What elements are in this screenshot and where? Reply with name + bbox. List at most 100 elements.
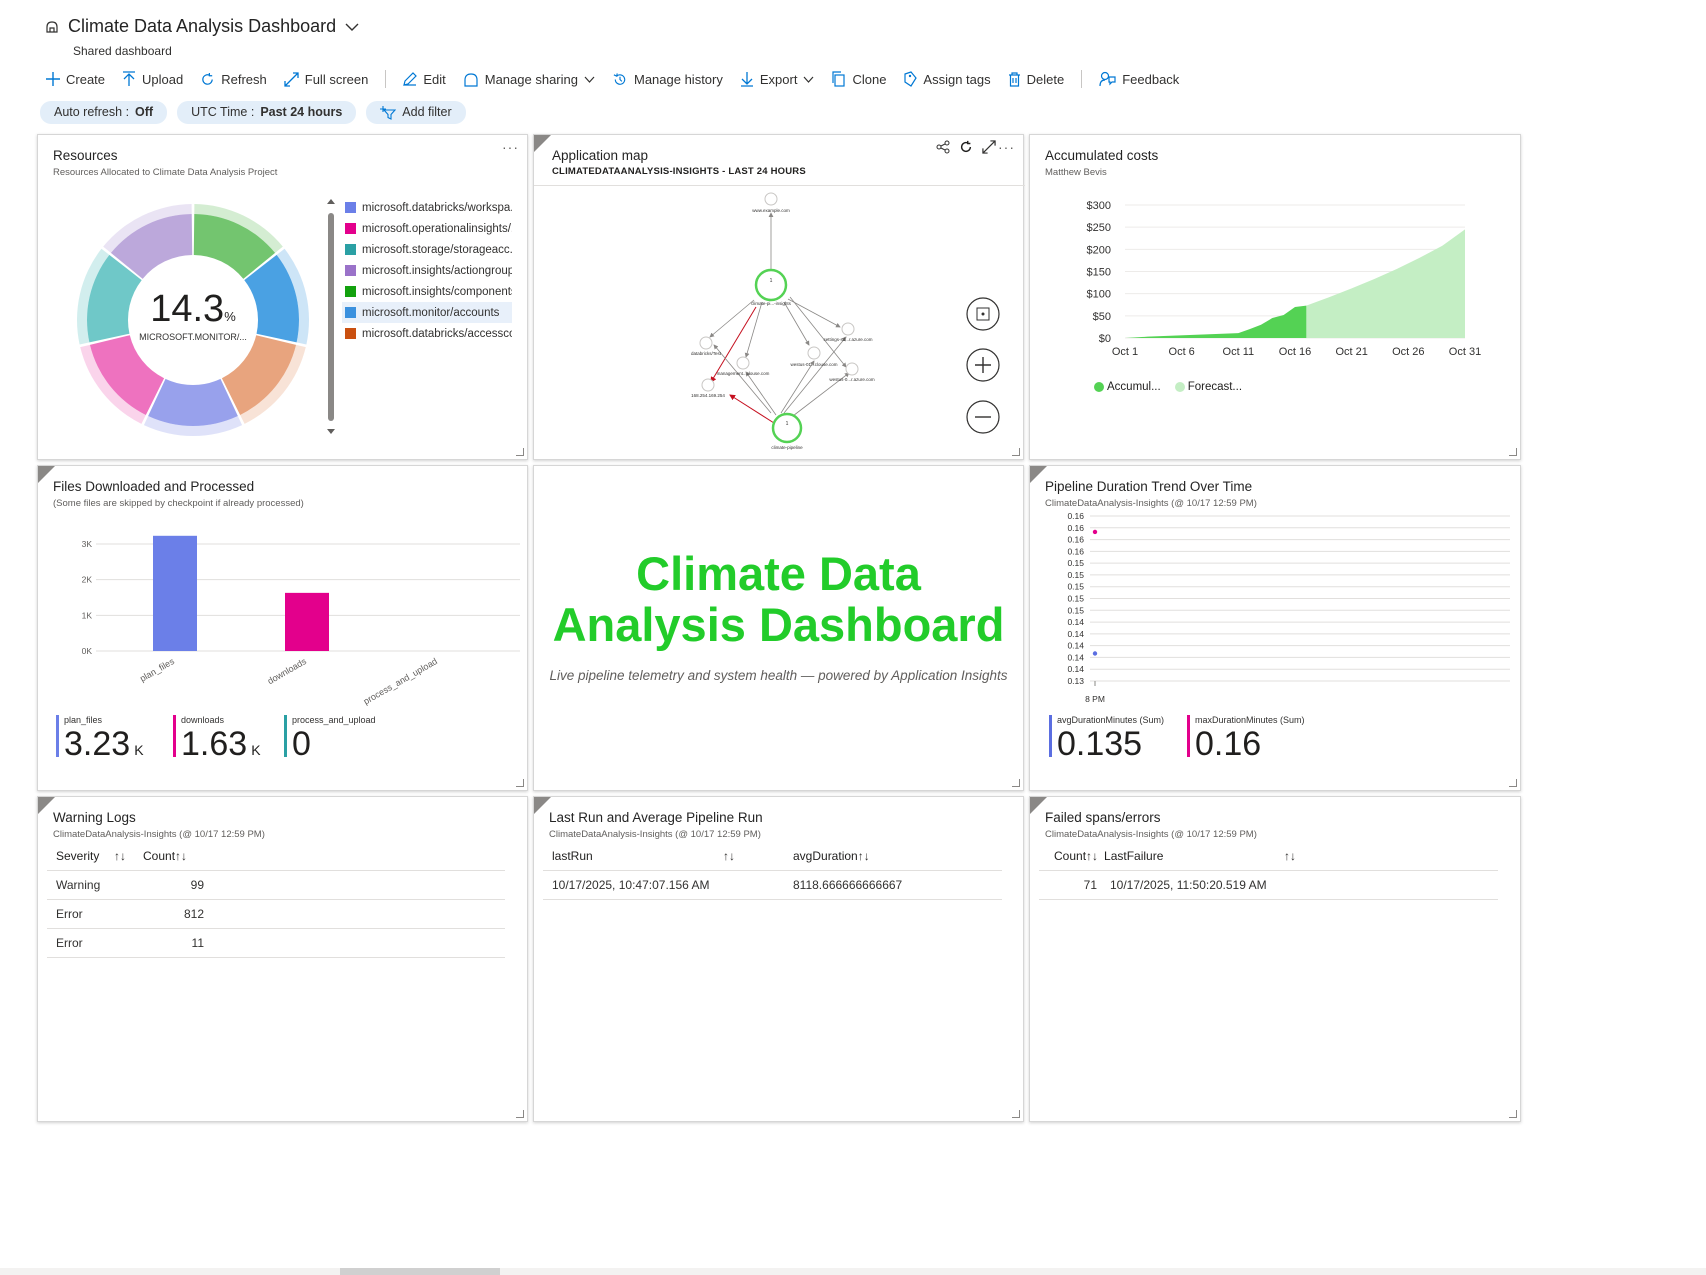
auto-refresh-pill[interactable]: Auto refresh : Off [40, 101, 168, 124]
accumulated-costs-tile[interactable]: Accumulated costs Matthew Bevis $0 $50 $10… [1029, 134, 1521, 460]
upload-button[interactable]: Upload [122, 71, 183, 87]
auto-refresh-value: Off [135, 105, 154, 119]
resources-tile[interactable]: Resources Resources Allocated to Climate… [37, 134, 528, 460]
sort-icon[interactable]: ↑↓ [858, 849, 870, 863]
manage-history-button[interactable]: Manage history [612, 72, 723, 87]
delete-button[interactable]: Delete [1008, 72, 1064, 87]
refresh-icon[interactable] [959, 140, 973, 154]
map-node-pipeline[interactable]: 1 climate-pipeline [771, 412, 803, 450]
application-map-graph[interactable]: www.example.com 1climate-pi...-insights … [534, 187, 1025, 459]
data-point[interactable] [1092, 529, 1098, 535]
sort-icon[interactable]: ↑↓ [723, 849, 793, 863]
more-options-icon[interactable]: ··· [998, 139, 1015, 155]
expand-icon[interactable] [982, 140, 996, 154]
x-tick-label: Oct 6 [1169, 346, 1195, 358]
warning-logs-tile[interactable]: Warning Logs ClimateDataAnalysis-Insight… [37, 796, 528, 1122]
sort-icon[interactable]: ↑↓ [175, 849, 187, 863]
legend-swatch [345, 328, 356, 339]
legend-swatch [345, 223, 356, 234]
node-label: westus-01...clouse.com [790, 362, 837, 367]
col-count-header[interactable]: Count [1039, 849, 1086, 863]
scroll-down-icon[interactable] [327, 429, 335, 434]
zoom-out-button[interactable] [966, 400, 1000, 434]
sort-icon[interactable]: ↑↓ [1284, 849, 1296, 863]
table-row[interactable]: Warning 99 [47, 871, 505, 900]
refresh-button[interactable]: Refresh [200, 72, 267, 87]
manage-sharing-button[interactable]: Manage sharing [463, 72, 595, 87]
bar[interactable] [153, 535, 197, 651]
horizontal-scrollbar[interactable] [0, 1268, 1706, 1275]
scroll-thumb[interactable] [340, 1268, 500, 1275]
files-tile[interactable]: Files Downloaded and Processed (Some fil… [37, 465, 528, 791]
legend-item[interactable]: microsoft.databricks/accessco... [342, 323, 512, 344]
clone-button[interactable]: Clone [831, 71, 886, 87]
last-run-tile[interactable]: Last Run and Average Pipeline Run Climat… [533, 796, 1024, 1122]
fit-to-screen-button[interactable] [966, 297, 1000, 331]
legend-item-forecast[interactable]: Forecast... [1174, 381, 1242, 393]
export-button[interactable]: Export [740, 71, 815, 87]
scroll-thumb[interactable] [328, 213, 334, 421]
sort-icon[interactable]: ↑↓ [105, 849, 143, 863]
table-row[interactable]: 10/17/2025, 10:47:07.156 AM 8118.66666666… [543, 871, 1002, 900]
map-node-databricks[interactable]: databricks/Test [691, 336, 722, 356]
add-filter-button[interactable]: Add filter [366, 101, 466, 124]
donut-slice[interactable] [148, 378, 238, 426]
bar[interactable] [285, 592, 329, 651]
resize-handle[interactable] [1509, 779, 1517, 787]
warning-logs-rows: Warning 99 Error 812 Error 11 [47, 871, 505, 958]
resize-handle[interactable] [1012, 448, 1020, 456]
more-options-icon[interactable]: ··· [502, 139, 519, 155]
node-label: 168.254.169.254 [691, 393, 725, 398]
scroll-up-icon[interactable] [327, 199, 335, 204]
legend-item[interactable]: microsoft.storage/storageacc... [342, 239, 512, 260]
resize-handle[interactable] [1012, 1110, 1020, 1118]
lastrun-cell: 10/17/2025, 10:47:07.156 AM [552, 878, 710, 892]
zoom-in-button[interactable] [966, 348, 1000, 382]
kpi-label: process_and_upload [292, 715, 376, 725]
full-screen-button[interactable]: Full screen [284, 72, 368, 87]
y-tick-label: 0.14 [1067, 641, 1084, 651]
resize-handle[interactable] [1509, 448, 1517, 456]
data-point[interactable] [1092, 651, 1098, 656]
app-map-tile[interactable]: Application map CLIMATEDATAANALYSIS-INSI… [533, 134, 1025, 460]
legend-label: microsoft.operationalinsights/... [362, 222, 512, 235]
legend-item[interactable]: microsoft.monitor/accounts [342, 302, 512, 323]
duration-tile[interactable]: Pipeline Duration Trend Over Time Climat… [1029, 465, 1521, 791]
table-row[interactable]: 71 10/17/2025, 11:50:20.519 AM [1039, 871, 1498, 900]
time-range-pill[interactable]: UTC Time : Past 24 hours [177, 101, 357, 124]
col-count-header[interactable]: Count [143, 849, 175, 863]
create-button[interactable]: Create [46, 72, 105, 87]
map-node-insights[interactable]: 1 climate-pi...-insights [751, 268, 792, 306]
kpi-value: 1.63 K [181, 725, 261, 764]
table-row[interactable]: Error 812 [47, 900, 505, 929]
resize-handle[interactable] [516, 779, 524, 787]
col-avgduration-header[interactable]: avgDuration [793, 849, 858, 863]
legend-item[interactable]: microsoft.insights/actiongroups [342, 260, 512, 281]
map-node-www[interactable]: www.example.com [752, 192, 790, 213]
legend-item[interactable]: microsoft.insights/components [342, 281, 512, 302]
failed-spans-tile[interactable]: Failed spans/errors ClimateDataAnalysis-… [1029, 796, 1521, 1122]
sort-icon[interactable]: ↑↓ [1086, 849, 1104, 863]
kpi-value: 0.16 [1195, 725, 1262, 763]
share-graph-icon[interactable] [936, 140, 950, 154]
dashboard-icon [46, 20, 58, 33]
col-lastrun-header[interactable]: lastRun [543, 849, 723, 863]
legend-item[interactable]: microsoft.databricks/workspa... [342, 197, 512, 218]
edit-button[interactable]: Edit [403, 72, 446, 87]
map-node-westus01[interactable]: westus-01...clouse.com [790, 346, 838, 367]
resize-handle[interactable] [516, 448, 524, 456]
legend-scrollbar[interactable] [327, 199, 335, 435]
chevron-down-icon[interactable] [344, 19, 360, 35]
legend-item-actual[interactable]: Accumul... [1094, 381, 1161, 393]
col-severity-header[interactable]: Severity [47, 849, 105, 863]
resize-handle[interactable] [1012, 779, 1020, 787]
resize-handle[interactable] [516, 1110, 524, 1118]
col-lastfailure-header[interactable]: LastFailure [1104, 849, 1284, 863]
resize-handle[interactable] [1509, 1110, 1517, 1118]
map-node-ip[interactable]: 168.254.169.254 [691, 378, 725, 398]
map-node-settings[interactable]: settings-sd...r.azure.com [823, 322, 873, 342]
assign-tags-button[interactable]: Assign tags [903, 71, 991, 87]
table-row[interactable]: Error 11 [47, 929, 505, 958]
feedback-button[interactable]: Feedback [1099, 71, 1179, 87]
legend-item[interactable]: microsoft.operationalinsights/... [342, 218, 512, 239]
